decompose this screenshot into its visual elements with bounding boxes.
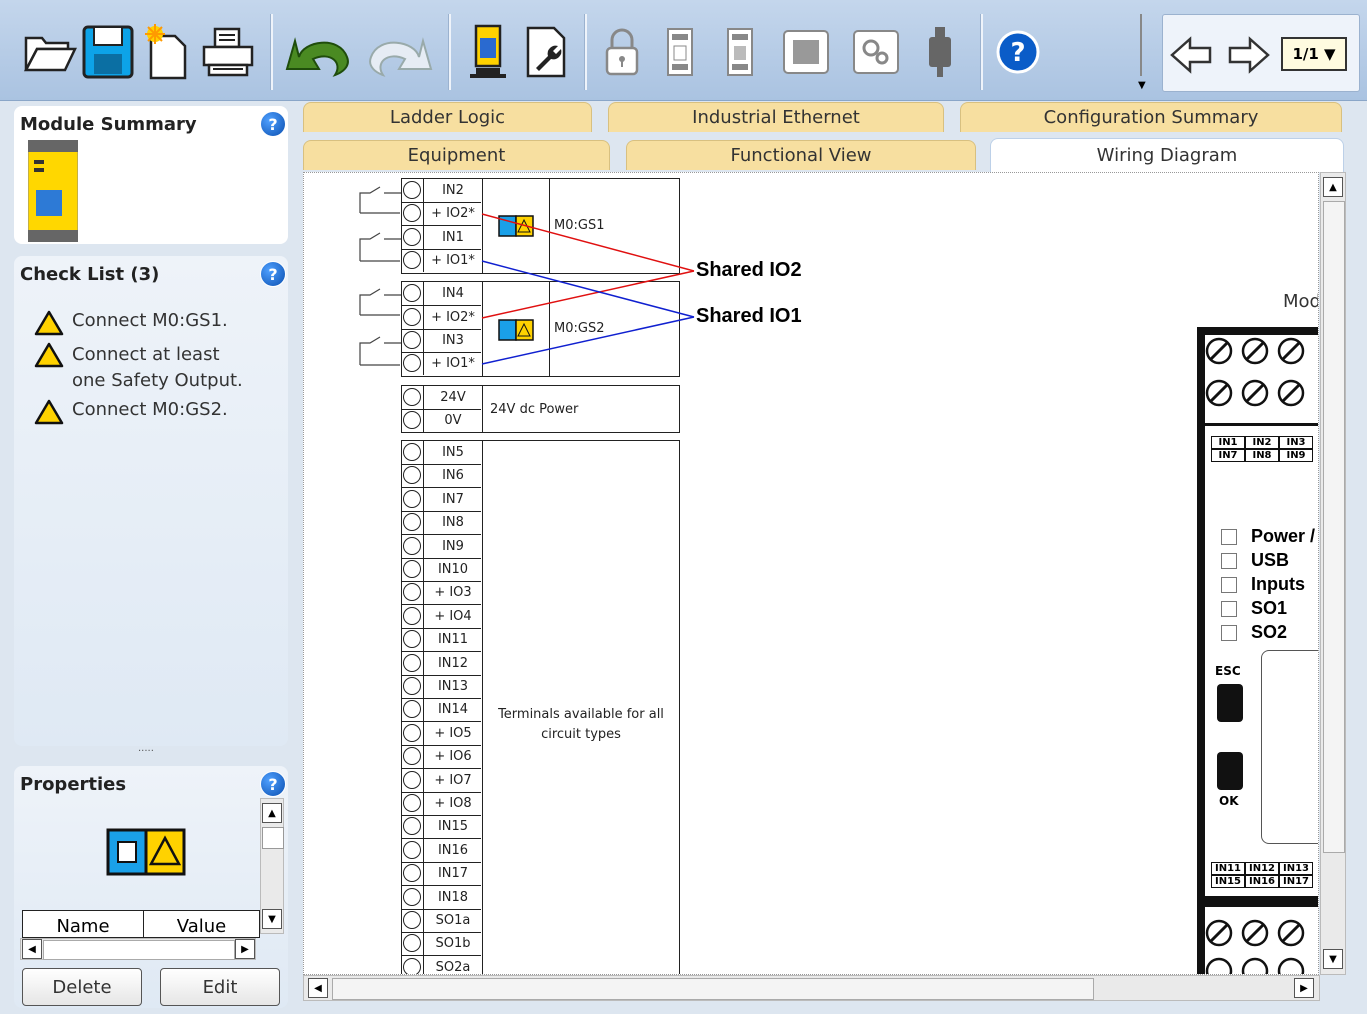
scroll-left-icon[interactable]: ◀ xyxy=(22,939,42,959)
scroll-up-icon[interactable]: ▲ xyxy=(1323,177,1343,197)
warning-icon xyxy=(34,310,64,336)
diagram-vscroll[interactable]: ▲ ▼ xyxy=(1320,172,1346,975)
io2-line-gs2 xyxy=(481,270,695,319)
scroll-right-icon[interactable]: ▶ xyxy=(235,939,255,959)
properties-hscroll[interactable]: ◀ ▶ xyxy=(20,938,256,960)
shared-io2-callout: Shared IO2 xyxy=(696,259,802,281)
column-name[interactable]: Name xyxy=(23,911,144,937)
scroll-left-icon[interactable]: ◀ xyxy=(308,978,328,998)
io2-line-gs1 xyxy=(481,213,695,272)
usb-icon[interactable] xyxy=(910,20,970,84)
redo-icon[interactable] xyxy=(362,20,436,84)
ok-button[interactable] xyxy=(1217,752,1243,790)
io1-line-gs1 xyxy=(481,260,695,318)
properties-title: Properties xyxy=(20,774,127,795)
safety-controller-device[interactable]: Mod IN1 IN2 IN3 IN7 IN8 IN9 Power / I US… xyxy=(1197,291,1318,974)
scroll-up-icon[interactable]: ▲ xyxy=(262,803,282,823)
check-item-text: Connect M0:GS2. xyxy=(72,399,228,420)
screw-terminals-bottom xyxy=(1205,919,1305,974)
help-icon[interactable]: ? xyxy=(260,771,286,797)
tab-ladder-logic[interactable]: Ladder Logic xyxy=(303,102,592,132)
back-arrow-icon[interactable] xyxy=(1170,35,1214,79)
diagram-hscroll[interactable]: ◀ ▶ xyxy=(303,975,1320,1001)
module-thumbnail[interactable] xyxy=(27,139,79,246)
gear-icon[interactable] xyxy=(846,20,906,84)
esc-label: ESC xyxy=(1215,664,1241,678)
tab-equipment[interactable]: Equipment xyxy=(303,140,610,170)
page-selector[interactable]: 1/1 ▼ xyxy=(1281,37,1347,71)
print-icon[interactable] xyxy=(198,20,258,84)
check-list-title: Check List (3) xyxy=(20,264,160,285)
module-summary-panel: Module Summary ? xyxy=(14,106,288,244)
open-folder-icon[interactable] xyxy=(20,20,80,84)
panel-splitter[interactable]: ····· xyxy=(138,746,154,757)
check-item-text: Connect at least one Safety Output. xyxy=(72,344,243,391)
properties-vscroll[interactable]: ▲ ▼ xyxy=(260,798,284,934)
device-display xyxy=(1261,650,1318,844)
scroll-thumb[interactable] xyxy=(332,978,1094,1000)
tab-industrial-ethernet[interactable]: Industrial Ethernet xyxy=(608,102,944,132)
check-item[interactable]: Connect M0:GS2. xyxy=(34,399,228,425)
undo-icon[interactable] xyxy=(282,20,356,84)
properties-table-header: Name Value xyxy=(22,910,260,938)
led-so1: SO1 xyxy=(1221,598,1287,619)
edit-wrench-icon[interactable] xyxy=(516,20,576,84)
wiring-diagram-canvas[interactable]: IN2 + IO2* IN1 + IO1* M0:GS1 IN4 + IO2* … xyxy=(303,172,1319,975)
delete-button[interactable]: Delete xyxy=(22,968,142,1006)
check-item-text: Connect M0:GS1. xyxy=(72,310,228,331)
svg-text:?: ? xyxy=(1010,38,1025,68)
module-a-icon[interactable] xyxy=(650,20,710,84)
module-b-icon[interactable] xyxy=(710,20,770,84)
help-icon[interactable]: ? xyxy=(260,261,286,287)
shared-io1-callout: Shared IO1 xyxy=(696,305,802,327)
new-project-icon[interactable] xyxy=(138,20,198,84)
device-title: Mod xyxy=(1283,291,1319,312)
module-summary-title: Module Summary xyxy=(20,114,197,135)
chip-icon[interactable] xyxy=(776,20,836,84)
forward-arrow-icon[interactable] xyxy=(1226,35,1270,79)
lock-icon[interactable] xyxy=(592,20,652,84)
tab-functional-view[interactable]: Functional View xyxy=(626,140,976,170)
led-so2: SO2 xyxy=(1221,622,1287,643)
safety-device-icon xyxy=(106,828,186,880)
scroll-thumb[interactable] xyxy=(262,827,284,849)
ok-label: OK xyxy=(1219,794,1239,808)
scroll-thumb[interactable] xyxy=(1323,201,1345,853)
tab-wiring-diagram[interactable]: Wiring Diagram xyxy=(990,138,1344,172)
bottom-terminal-area xyxy=(1205,907,1318,974)
check-item[interactable]: Connect at least one Safety Output. xyxy=(34,342,254,394)
edit-button[interactable]: Edit xyxy=(160,968,280,1006)
toolbar-overflow[interactable]: ▼ xyxy=(1138,14,1152,91)
io1-line-gs2 xyxy=(481,316,695,365)
led-power: Power / I xyxy=(1221,526,1318,547)
led-usb: USB xyxy=(1221,550,1289,571)
help-icon[interactable]: ? xyxy=(260,111,286,137)
screw-terminals-top xyxy=(1205,337,1305,407)
warning-icon xyxy=(34,399,64,425)
column-value[interactable]: Value xyxy=(144,911,259,937)
connect-device-icon[interactable] xyxy=(458,20,518,84)
top-input-labels: IN1 IN2 IN3 IN7 IN8 IN9 xyxy=(1211,436,1313,462)
scroll-down-icon[interactable]: ▼ xyxy=(1323,949,1343,969)
scroll-down-icon[interactable]: ▼ xyxy=(262,909,282,929)
esc-button[interactable] xyxy=(1217,684,1243,722)
properties-panel: Properties ? ▲ ▼ Name Value ◀ ▶ Delete E… xyxy=(14,766,288,1008)
scroll-thumb[interactable] xyxy=(43,940,235,960)
toolbar: ? ▼ 1/1 ▼ xyxy=(0,0,1367,101)
device-face: IN1 IN2 IN3 IN7 IN8 IN9 Power / I USB In… xyxy=(1205,423,1318,896)
tab-configuration-summary[interactable]: Configuration Summary xyxy=(960,102,1342,132)
check-item[interactable]: Connect M0:GS1. xyxy=(34,310,228,336)
scroll-right-icon[interactable]: ▶ xyxy=(1294,978,1314,998)
help-icon[interactable]: ? xyxy=(988,20,1048,84)
save-icon[interactable] xyxy=(78,20,138,84)
warning-icon xyxy=(34,342,64,368)
bottom-input-labels: IN11 IN12 IN13 IN15 IN16 IN17 xyxy=(1211,862,1313,888)
shared-io-lines xyxy=(481,213,695,365)
led-inputs: Inputs xyxy=(1221,574,1305,595)
check-list-panel: Check List (3) ? Connect M0:GS1. Connect… xyxy=(14,256,288,746)
